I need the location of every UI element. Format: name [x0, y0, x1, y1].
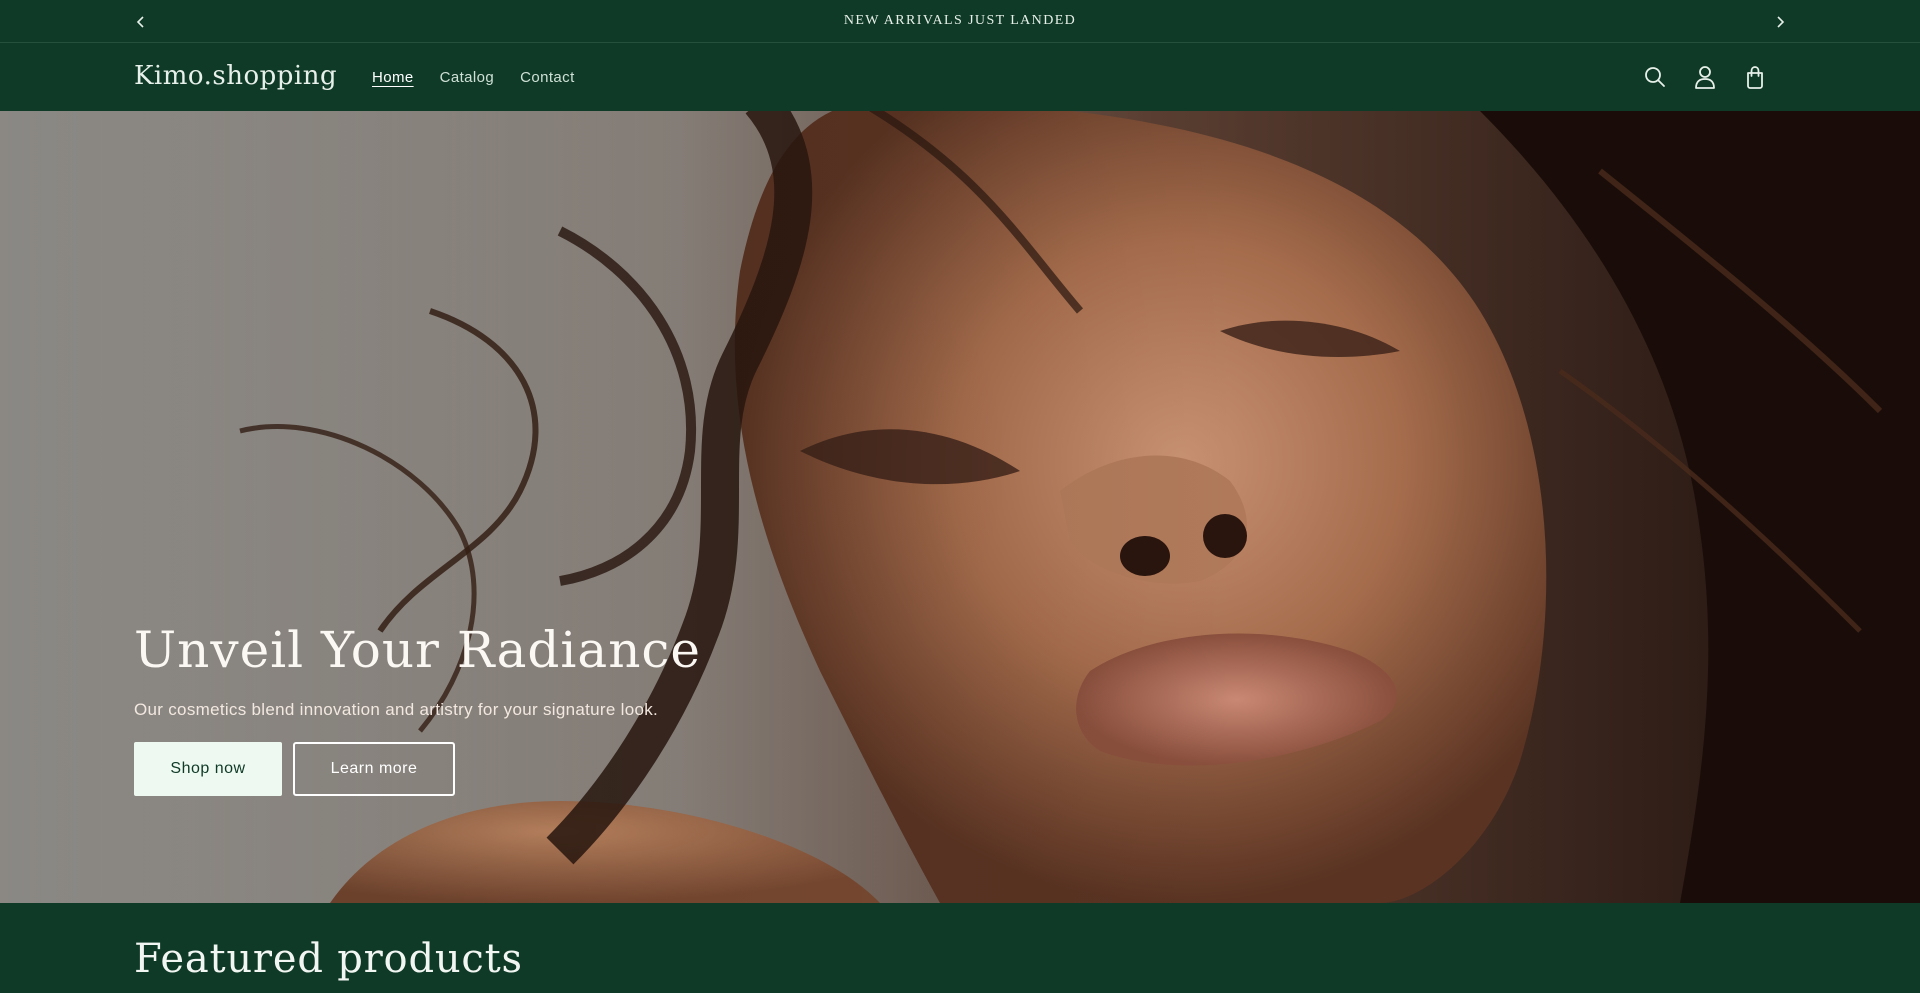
- featured-products-title: Featured products: [134, 936, 523, 982]
- cart-icon: [1747, 66, 1763, 89]
- hero-title: Unveil Your Radiance: [134, 621, 702, 679]
- header-icons: [1640, 43, 1770, 111]
- search-button[interactable]: [1640, 62, 1670, 92]
- nav-item-home[interactable]: Home: [372, 69, 414, 86]
- account-icon: [1695, 66, 1715, 89]
- featured-products-section: Featured products: [0, 903, 1920, 993]
- shop-now-button[interactable]: Shop now: [134, 742, 282, 796]
- announcement-text: NEW ARRIVALS JUST LANDED: [843, 13, 1077, 28]
- announcement-next-button[interactable]: [1760, 0, 1800, 43]
- site-header: Kimo.shopping Home Catalog Contact: [0, 43, 1920, 111]
- announcement-prev-button[interactable]: [121, 0, 161, 43]
- hero-subtitle: Our cosmetics blend innovation and artis…: [134, 700, 659, 719]
- learn-more-button[interactable]: Learn more: [293, 742, 455, 796]
- chevron-left-icon: [136, 15, 144, 28]
- hero-banner: Unveil Your Radiance Our cosmetics blend…: [0, 111, 1920, 903]
- announcement-bar: NEW ARRIVALS JUST LANDED: [0, 0, 1920, 43]
- search-icon: [1645, 67, 1665, 87]
- nav-item-contact[interactable]: Contact: [520, 69, 575, 86]
- nav-item-catalog[interactable]: Catalog: [440, 69, 495, 86]
- hero-content: Unveil Your Radiance Our cosmetics blend…: [134, 623, 701, 796]
- hero-buttons: Shop now Learn more: [134, 742, 701, 796]
- main-nav: Home Catalog Contact: [372, 43, 575, 111]
- chevron-right-icon: [1777, 15, 1785, 28]
- site-logo[interactable]: Kimo.shopping: [134, 61, 337, 91]
- account-button[interactable]: [1690, 62, 1720, 92]
- cart-button[interactable]: [1740, 62, 1770, 92]
